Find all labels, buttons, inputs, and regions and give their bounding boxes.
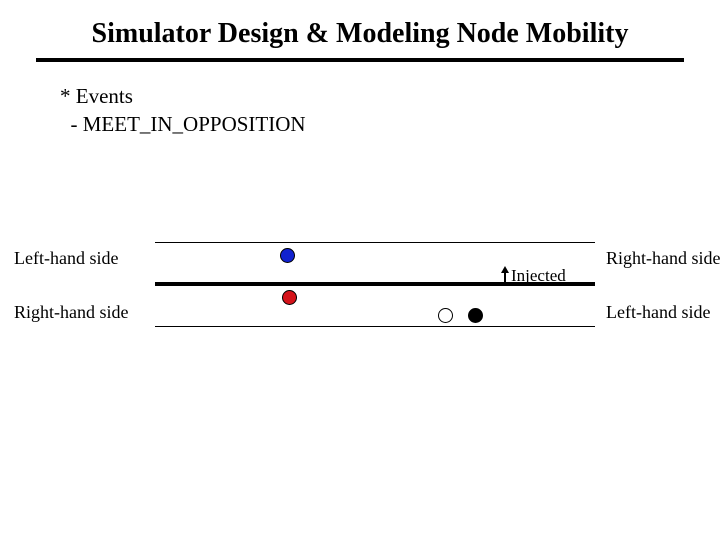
node-hollow bbox=[438, 308, 453, 323]
lane-edge-top bbox=[155, 242, 595, 243]
label-left-lower: Right-hand side bbox=[14, 302, 129, 323]
lane-edge-bottom bbox=[155, 326, 595, 327]
bullet-meet-in-opposition: - MEET_IN_OPPOSITION bbox=[60, 110, 306, 138]
road-lanes bbox=[155, 242, 595, 326]
label-right-lower: Left-hand side bbox=[606, 302, 710, 323]
bullet-events: * Events bbox=[60, 82, 306, 110]
slide-title: Simulator Design & Modeling Node Mobilit… bbox=[0, 18, 720, 50]
bullet-list: * Events - MEET_IN_OPPOSITION bbox=[60, 82, 306, 139]
label-left-upper: Left-hand side bbox=[14, 248, 118, 269]
title-underline bbox=[36, 58, 684, 62]
node-red bbox=[282, 290, 297, 305]
lane-centerline bbox=[155, 282, 595, 286]
node-blue bbox=[280, 248, 295, 263]
label-right-upper: Right-hand side bbox=[606, 248, 720, 269]
node-black bbox=[468, 308, 483, 323]
arrow-shaft bbox=[504, 272, 506, 283]
